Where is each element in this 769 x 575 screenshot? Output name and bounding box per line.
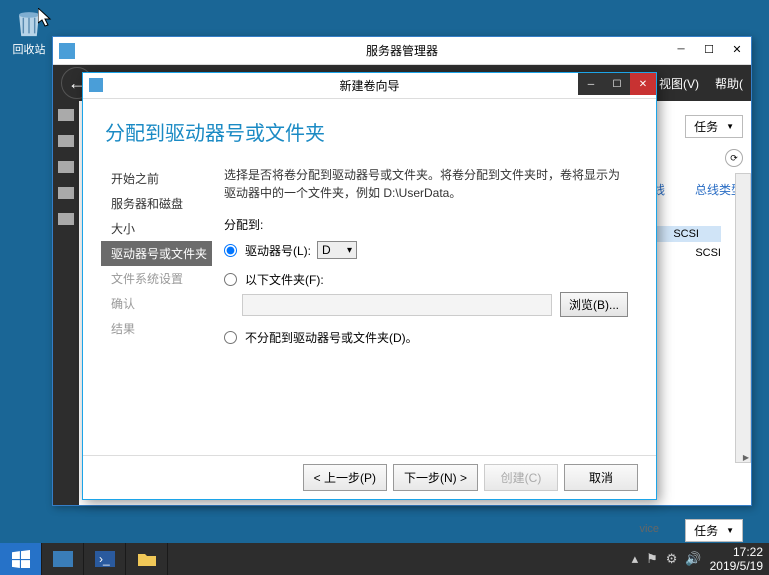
wizard-maximize-button[interactable]	[604, 73, 630, 95]
previous-button[interactable]: < 上一步(P)	[303, 464, 387, 491]
disk-row-scsi[interactable]: SCSI	[651, 226, 721, 242]
server-manager-icon	[59, 43, 75, 59]
refresh-icon[interactable]: ⟳	[725, 149, 743, 167]
browse-button[interactable]: 浏览(B)...	[560, 292, 628, 317]
wizard-icon	[89, 78, 103, 92]
wizard-description: 选择是否将卷分配到驱动器号或文件夹。将卷分配到文件夹时，卷将显示为驱动器中的一个…	[224, 166, 628, 202]
drive-letter-select[interactable]: D	[317, 241, 357, 259]
server-icon	[53, 551, 73, 567]
windows-icon	[12, 550, 30, 568]
wizard-minimize-button[interactable]	[578, 73, 604, 95]
step-confirm: 确认	[111, 291, 208, 316]
tray-up-icon[interactable]: ▴	[632, 551, 639, 567]
tray-flag-icon[interactable]: ⚑	[646, 551, 658, 567]
recycle-bin-label: 回收站	[13, 41, 46, 57]
cancel-button[interactable]: 取消	[564, 464, 638, 491]
step-server-disk[interactable]: 服务器和磁盘	[111, 191, 208, 216]
maximize-button[interactable]	[695, 37, 723, 61]
folder-path-input[interactable]	[242, 294, 552, 316]
vice-label: vice	[639, 523, 659, 535]
step-before[interactable]: 开始之前	[111, 166, 208, 191]
powershell-icon: ›_	[95, 551, 115, 567]
taskbar-powershell[interactable]: ›_	[84, 543, 126, 575]
sidebar-item[interactable]	[58, 109, 74, 121]
sidebar-item[interactable]	[58, 187, 74, 199]
step-result: 结果	[111, 316, 208, 341]
step-size[interactable]: 大小	[111, 216, 208, 241]
step-fs-settings: 文件系统设置	[111, 266, 208, 291]
server-manager-title: 服务器管理器	[366, 42, 438, 59]
create-button: 创建(C)	[484, 464, 558, 491]
wizard-close-button[interactable]	[630, 73, 656, 95]
wizard-steps: 开始之前 服务器和磁盘 大小 驱动器号或文件夹 文件系统设置 确认 结果	[83, 166, 208, 358]
folder-label: 以下文件夹(F):	[245, 271, 324, 288]
radio-none[interactable]	[224, 331, 237, 344]
radio-folder[interactable]	[224, 273, 237, 286]
assign-to-label: 分配到:	[224, 216, 628, 233]
scrollbar[interactable]	[735, 173, 751, 463]
none-label: 不分配到驱动器号或文件夹(D)。	[245, 329, 418, 346]
menu-help[interactable]: 帮助(	[715, 75, 743, 92]
disk-row-scsi[interactable]: SCSI	[695, 247, 721, 259]
drive-letter-label: 驱动器号(L):	[245, 242, 311, 259]
menu-view[interactable]: 视图(V)	[659, 75, 699, 92]
tray-network-icon[interactable]: ⚙	[666, 551, 678, 567]
wizard-heading: 分配到驱动器号或文件夹	[83, 99, 656, 154]
radio-drive-letter[interactable]	[224, 244, 237, 257]
svg-text:›_: ›_	[99, 552, 110, 566]
sidebar-item[interactable]	[58, 161, 74, 173]
close-button[interactable]	[723, 37, 751, 61]
system-tray: ▴ ⚑ ⚙ 🔊 17:22 2019/5/19	[632, 545, 769, 574]
server-manager-sidebar	[53, 101, 79, 505]
tasks-dropdown[interactable]: 任务	[685, 115, 743, 138]
wizard-footer: < 上一步(P) 下一步(N) > 创建(C) 取消	[83, 455, 656, 499]
folder-icon	[137, 551, 157, 567]
step-drive-folder[interactable]: 驱动器号或文件夹	[101, 241, 212, 266]
start-button[interactable]	[0, 543, 42, 575]
taskbar: ›_ ▴ ⚑ ⚙ 🔊 17:22 2019/5/19	[0, 543, 769, 575]
wizard-title: 新建卷向导	[339, 77, 399, 94]
new-volume-wizard: 新建卷向导 分配到驱动器号或文件夹 开始之前 服务器和磁盘 大小 驱动器号或文件…	[82, 72, 657, 500]
tray-volume-icon[interactable]: 🔊	[685, 551, 701, 567]
cursor-icon	[38, 8, 54, 28]
minimize-button[interactable]	[667, 37, 695, 61]
next-button[interactable]: 下一步(N) >	[393, 464, 478, 491]
tasks-dropdown[interactable]: 任务	[685, 519, 743, 542]
server-manager-titlebar[interactable]: 服务器管理器	[53, 37, 751, 65]
taskbar-clock[interactable]: 17:22 2019/5/19	[710, 545, 763, 574]
sidebar-item[interactable]	[58, 213, 74, 225]
wizard-titlebar[interactable]: 新建卷向导	[83, 73, 656, 99]
taskbar-explorer[interactable]	[126, 543, 168, 575]
sidebar-item[interactable]	[58, 135, 74, 147]
taskbar-server-manager[interactable]	[42, 543, 84, 575]
